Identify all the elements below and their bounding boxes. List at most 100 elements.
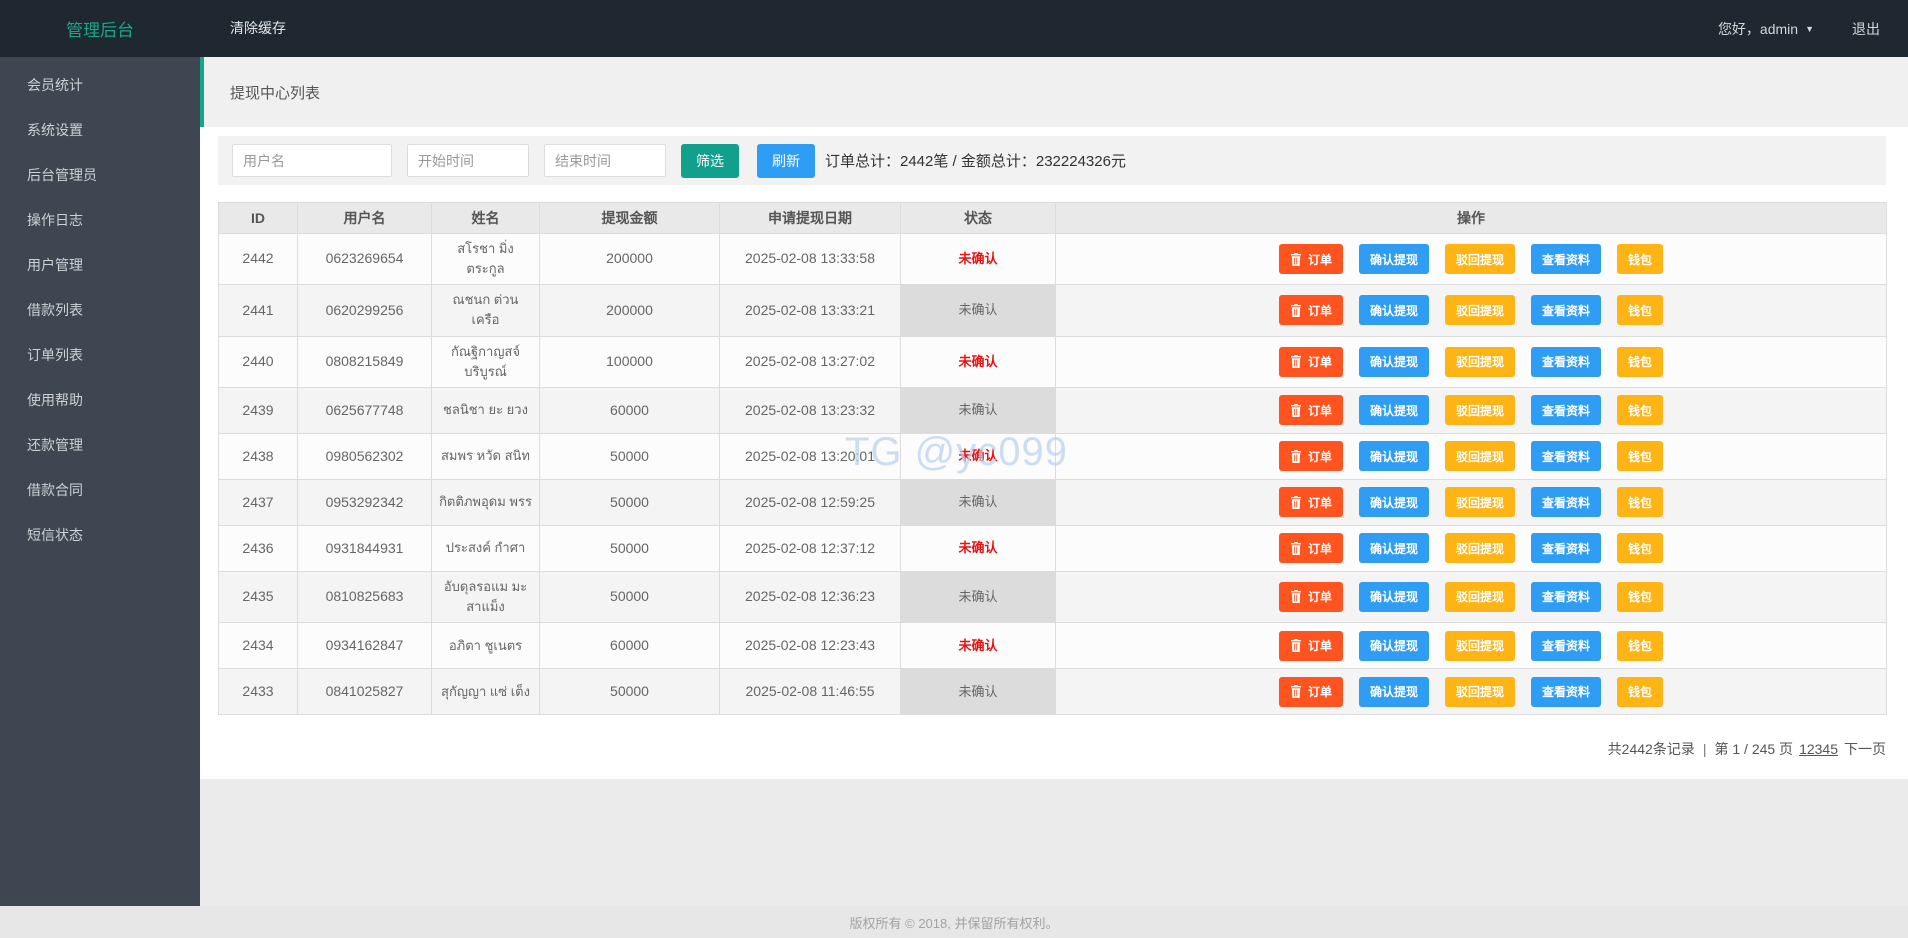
- trash-icon: [1290, 355, 1302, 368]
- view-profile-button[interactable]: 查看资料: [1531, 582, 1601, 612]
- confirm-withdraw-button[interactable]: 确认提现: [1359, 487, 1429, 517]
- sidebar-item-4[interactable]: 用户管理: [0, 243, 200, 288]
- view-profile-button[interactable]: 查看资料: [1531, 533, 1601, 563]
- view-profile-button[interactable]: 查看资料: [1531, 347, 1601, 377]
- sidebar-item-0[interactable]: 会员统计: [0, 63, 200, 108]
- confirm-withdraw-button[interactable]: 确认提现: [1359, 582, 1429, 612]
- sidebar-item-9[interactable]: 借款合同: [0, 468, 200, 513]
- content-panel: 筛选 刷新 订单总计：2442笔 / 金额总计：232224326元 ID 用户…: [200, 127, 1908, 779]
- sidebar-item-7[interactable]: 使用帮助: [0, 378, 200, 423]
- start-time-input[interactable]: [407, 144, 529, 177]
- order-button[interactable]: 订单: [1279, 533, 1343, 563]
- reject-withdraw-button[interactable]: 驳回提现: [1445, 631, 1515, 661]
- cell-date: 2025-02-08 13:23:32: [720, 387, 901, 433]
- sidebar-item-1[interactable]: 系统设置: [0, 108, 200, 153]
- order-button[interactable]: 订单: [1279, 395, 1343, 425]
- wallet-button[interactable]: 钱包: [1617, 395, 1663, 425]
- sidebar-item-6[interactable]: 订单列表: [0, 333, 200, 378]
- reject-withdraw-button[interactable]: 驳回提现: [1445, 295, 1515, 325]
- wallet-button[interactable]: 钱包: [1617, 631, 1663, 661]
- pagination: 共2442条记录|第 1 / 245 页12345下一页: [218, 739, 1886, 759]
- order-button-label: 订单: [1308, 402, 1332, 419]
- sidebar-item-8[interactable]: 还款管理: [0, 423, 200, 468]
- logout-button[interactable]: 退出: [1852, 19, 1880, 39]
- cell-status: 未确认: [901, 479, 1056, 525]
- sidebar-item-10[interactable]: 短信状态: [0, 513, 200, 558]
- cell-status: 未确认: [901, 669, 1056, 715]
- view-profile-button[interactable]: 查看资料: [1531, 441, 1601, 471]
- confirm-withdraw-button[interactable]: 确认提现: [1359, 395, 1429, 425]
- confirm-withdraw-button[interactable]: 确认提现: [1359, 533, 1429, 563]
- view-profile-button[interactable]: 查看资料: [1531, 395, 1601, 425]
- reject-withdraw-button[interactable]: 驳回提现: [1445, 441, 1515, 471]
- confirm-withdraw-button[interactable]: 确认提现: [1359, 631, 1429, 661]
- confirm-withdraw-button[interactable]: 确认提现: [1359, 677, 1429, 707]
- table-row: 2439 0625677748 ชลนิชา ยะ ยวง 60000 2025…: [219, 387, 1887, 433]
- confirm-withdraw-button[interactable]: 确认提现: [1359, 295, 1429, 325]
- wallet-button[interactable]: 钱包: [1617, 244, 1663, 274]
- filter-button[interactable]: 筛选: [681, 144, 739, 178]
- clear-cache-button[interactable]: 清除缓存: [200, 0, 316, 57]
- view-profile-button[interactable]: 查看资料: [1531, 295, 1601, 325]
- cell-id: 2438: [219, 433, 298, 479]
- withdrawals-table: ID 用户名 姓名 提现金额 申请提现日期 状态 操作 2442 0623269…: [218, 202, 1887, 715]
- order-button[interactable]: 订单: [1279, 487, 1343, 517]
- end-time-input[interactable]: [544, 144, 666, 177]
- header-name: 姓名: [432, 203, 540, 234]
- view-profile-button[interactable]: 查看资料: [1531, 631, 1601, 661]
- cell-date: 2025-02-08 12:37:12: [720, 525, 901, 571]
- brand-logo[interactable]: 管理后台: [0, 16, 200, 41]
- order-button[interactable]: 订单: [1279, 631, 1343, 661]
- order-button[interactable]: 订单: [1279, 441, 1343, 471]
- view-profile-button[interactable]: 查看资料: [1531, 244, 1601, 274]
- order-button[interactable]: 订单: [1279, 347, 1343, 377]
- orders-summary: 订单总计：2442笔 / 金额总计：232224326元: [825, 150, 1126, 171]
- chevron-down-icon: ▼: [1805, 24, 1814, 34]
- wallet-button[interactable]: 钱包: [1617, 533, 1663, 563]
- trash-icon: [1290, 590, 1302, 603]
- reject-withdraw-button[interactable]: 驳回提现: [1445, 244, 1515, 274]
- refresh-button[interactable]: 刷新: [757, 144, 815, 178]
- page-title: 提现中心列表: [230, 82, 320, 103]
- wallet-button[interactable]: 钱包: [1617, 677, 1663, 707]
- confirm-withdraw-button[interactable]: 确认提现: [1359, 441, 1429, 471]
- next-page-link[interactable]: 下一页: [1844, 741, 1886, 757]
- view-profile-button[interactable]: 查看资料: [1531, 677, 1601, 707]
- cell-date: 2025-02-08 12:59:25: [720, 479, 901, 525]
- reject-withdraw-button[interactable]: 驳回提现: [1445, 487, 1515, 517]
- reject-withdraw-button[interactable]: 驳回提现: [1445, 347, 1515, 377]
- sidebar-item-3[interactable]: 操作日志: [0, 198, 200, 243]
- cell-username: 0620299256: [298, 285, 432, 336]
- cell-username: 0625677748: [298, 387, 432, 433]
- order-button[interactable]: 订单: [1279, 244, 1343, 274]
- cell-amount: 100000: [540, 336, 720, 387]
- order-button[interactable]: 订单: [1279, 582, 1343, 612]
- view-profile-button[interactable]: 查看资料: [1531, 487, 1601, 517]
- wallet-button[interactable]: 钱包: [1617, 347, 1663, 377]
- sidebar-item-5[interactable]: 借款列表: [0, 288, 200, 333]
- reject-withdraw-button[interactable]: 驳回提现: [1445, 395, 1515, 425]
- wallet-button[interactable]: 钱包: [1617, 441, 1663, 471]
- wallet-button[interactable]: 钱包: [1617, 582, 1663, 612]
- order-button-label: 订单: [1308, 353, 1332, 370]
- table-row: 2437 0953292342 กิตติภพอุดม พรร 50000 20…: [219, 479, 1887, 525]
- trash-icon: [1290, 404, 1302, 417]
- wallet-button[interactable]: 钱包: [1617, 295, 1663, 325]
- cell-actions: 订单 确认提现 驳回提现 查看资料 钱包: [1056, 336, 1887, 387]
- cell-actions: 订单 确认提现 驳回提现 查看资料 钱包: [1056, 479, 1887, 525]
- order-button[interactable]: 订单: [1279, 295, 1343, 325]
- username-filter-input[interactable]: [232, 144, 392, 177]
- table-row: 2441 0620299256 ณชนก ต่วน เครือ 200000 2…: [219, 285, 1887, 336]
- confirm-withdraw-button[interactable]: 确认提现: [1359, 244, 1429, 274]
- reject-withdraw-button[interactable]: 驳回提现: [1445, 533, 1515, 563]
- reject-withdraw-button[interactable]: 驳回提现: [1445, 677, 1515, 707]
- user-dropdown[interactable]: 您好，admin ▼: [1718, 19, 1814, 39]
- reject-withdraw-button[interactable]: 驳回提现: [1445, 582, 1515, 612]
- header-username: 用户名: [298, 203, 432, 234]
- status-badge: 未确认: [958, 448, 997, 463]
- confirm-withdraw-button[interactable]: 确认提现: [1359, 347, 1429, 377]
- order-button[interactable]: 订单: [1279, 677, 1343, 707]
- wallet-button[interactable]: 钱包: [1617, 487, 1663, 517]
- sidebar-item-2[interactable]: 后台管理员: [0, 153, 200, 198]
- page-number-links[interactable]: 12345: [1799, 741, 1838, 757]
